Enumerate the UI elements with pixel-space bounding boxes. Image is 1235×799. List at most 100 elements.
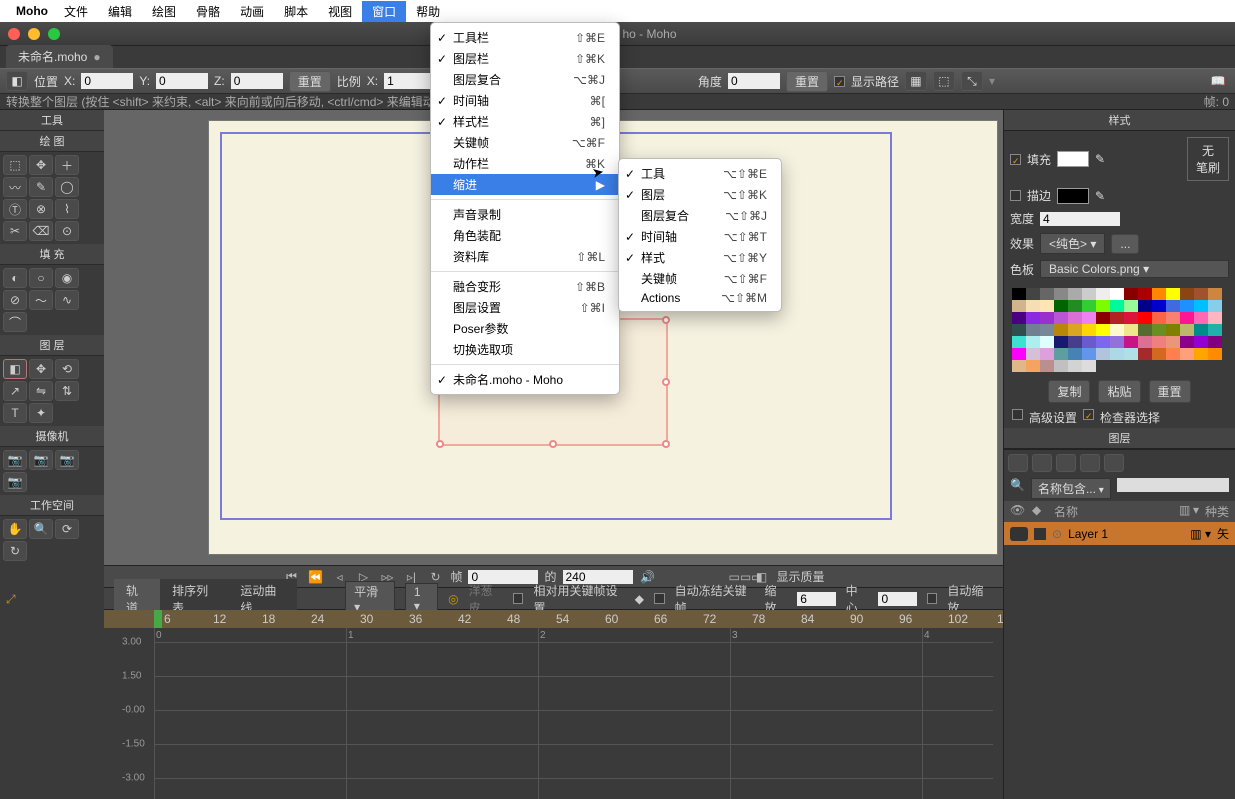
eraser-tool[interactable]: ⌫ bbox=[29, 221, 53, 241]
palette-swatch[interactable] bbox=[1110, 288, 1124, 300]
palette-swatch[interactable] bbox=[1180, 348, 1194, 360]
palette-swatch[interactable] bbox=[1194, 300, 1208, 312]
palette-swatch[interactable] bbox=[1208, 288, 1222, 300]
palette-swatch[interactable] bbox=[1068, 324, 1082, 336]
palette-swatch[interactable] bbox=[1208, 300, 1222, 312]
palette-swatch[interactable] bbox=[1054, 288, 1068, 300]
palette-swatch[interactable] bbox=[1208, 312, 1222, 324]
palette-swatch[interactable] bbox=[1012, 312, 1026, 324]
layer-menu-button[interactable] bbox=[1104, 454, 1124, 472]
book-icon[interactable]: 📖 bbox=[1207, 71, 1229, 91]
menu-item[interactable]: ✓时间轴⌘[ bbox=[431, 90, 619, 111]
palette-swatch[interactable] bbox=[1138, 336, 1152, 348]
palette-swatch[interactable] bbox=[1040, 348, 1054, 360]
palette-swatch[interactable] bbox=[1040, 288, 1054, 300]
palette-swatch[interactable] bbox=[1054, 312, 1068, 324]
opt-icon-1[interactable]: ▦ bbox=[905, 71, 927, 91]
pan-camera-tool[interactable]: 📷 bbox=[3, 472, 27, 492]
palette-swatch[interactable] bbox=[1110, 300, 1124, 312]
palette-swatch[interactable] bbox=[1082, 324, 1096, 336]
menu-view[interactable]: 视图 bbox=[318, 1, 362, 22]
eyedropper-icon[interactable]: ✎ bbox=[1095, 152, 1105, 166]
select-tool[interactable]: ⬚ bbox=[3, 155, 27, 175]
palette-swatch[interactable] bbox=[1152, 336, 1166, 348]
menu-item[interactable]: 切换选取项 bbox=[431, 339, 619, 360]
palette-swatch[interactable] bbox=[1054, 360, 1068, 372]
tool-icon[interactable]: ◧ bbox=[6, 71, 28, 91]
inspector-checkbox[interactable] bbox=[1083, 409, 1094, 420]
palette-swatch[interactable] bbox=[1054, 336, 1068, 348]
step-back-icon[interactable]: ⏪ bbox=[306, 570, 324, 584]
menu-item[interactable]: ✓时间轴⌥⇧⌘T bbox=[619, 226, 781, 247]
palette-swatch[interactable] bbox=[1194, 324, 1208, 336]
onion-icon[interactable]: ◎ bbox=[448, 592, 458, 606]
menu-item[interactable]: 动作栏⌘K bbox=[431, 153, 619, 174]
menu-window[interactable]: 窗口 bbox=[362, 1, 406, 22]
shape-point[interactable] bbox=[436, 440, 444, 448]
shape-point[interactable] bbox=[662, 378, 670, 386]
palette-swatch[interactable] bbox=[1082, 336, 1096, 348]
menu-item[interactable]: 关键帧⌥⌘F bbox=[431, 132, 619, 153]
x-input[interactable]: 0 bbox=[81, 73, 133, 89]
y-input[interactable]: 0 bbox=[156, 73, 208, 89]
palette-swatch[interactable] bbox=[1124, 348, 1138, 360]
palette-swatch[interactable] bbox=[1166, 336, 1180, 348]
palette-swatch[interactable] bbox=[1068, 348, 1082, 360]
palette-swatch[interactable] bbox=[1152, 288, 1166, 300]
shape-tool[interactable]: ◯ bbox=[55, 177, 79, 197]
step-fwd-icon[interactable]: ▹| bbox=[402, 570, 420, 584]
palette-swatch[interactable] bbox=[1110, 348, 1124, 360]
palette-swatch[interactable] bbox=[1054, 324, 1068, 336]
menu-item[interactable]: ✓样式⌥⇧⌘Y bbox=[619, 247, 781, 268]
timeline-graph[interactable]: 3.001.50-0.00-1.50-3.0001234 bbox=[104, 628, 1003, 799]
stroke-checkbox[interactable] bbox=[1010, 190, 1021, 201]
delete-layer-button[interactable] bbox=[1080, 454, 1100, 472]
paste-button[interactable]: 粘贴 bbox=[1098, 380, 1140, 403]
palette-swatch[interactable] bbox=[1012, 324, 1026, 336]
palette-swatch[interactable] bbox=[1068, 288, 1082, 300]
palette-swatch[interactable] bbox=[1026, 300, 1040, 312]
palette-swatch[interactable] bbox=[1096, 312, 1110, 324]
palette-swatch[interactable] bbox=[1166, 348, 1180, 360]
advanced-checkbox[interactable] bbox=[1012, 409, 1023, 420]
system-menubar[interactable]: Moho 文件 编辑 绘图 骨骼 动画 脚本 视图 窗口 帮助 bbox=[0, 0, 1235, 22]
freehand-tool[interactable]: ✎ bbox=[29, 177, 53, 197]
follow-path-tool[interactable]: ↗ bbox=[3, 381, 27, 401]
layer-color-icon[interactable] bbox=[1034, 528, 1046, 540]
palette-swatch[interactable] bbox=[1124, 300, 1138, 312]
menu-item[interactable]: Actions⌥⇧⌘M bbox=[619, 289, 781, 307]
hide-edge-tool[interactable]: ∿ bbox=[55, 290, 79, 310]
palette-swatch[interactable] bbox=[1096, 300, 1110, 312]
menu-bone[interactable]: 骨骼 bbox=[186, 1, 230, 22]
palette-swatch[interactable] bbox=[1040, 324, 1054, 336]
palette-swatch[interactable] bbox=[1012, 300, 1026, 312]
shape-point[interactable] bbox=[662, 440, 670, 448]
zoom-camera-tool[interactable]: 📷 bbox=[29, 450, 53, 470]
palette-swatch[interactable] bbox=[1194, 348, 1208, 360]
palette-swatch[interactable] bbox=[1068, 360, 1082, 372]
palette-swatch[interactable] bbox=[1138, 348, 1152, 360]
menu-item[interactable]: 声音录制 bbox=[431, 204, 619, 225]
palette-swatch[interactable] bbox=[1124, 312, 1138, 324]
palette-swatch[interactable] bbox=[1152, 312, 1166, 324]
palette-swatch[interactable] bbox=[1026, 360, 1040, 372]
palette-select[interactable]: Basic Colors.png ▾ bbox=[1040, 260, 1229, 278]
palette-swatch[interactable] bbox=[1194, 288, 1208, 300]
palette-swatch[interactable] bbox=[1082, 360, 1096, 372]
expand-timeline-icon[interactable]: ⤢ bbox=[6, 592, 16, 607]
menu-script[interactable]: 脚本 bbox=[274, 1, 318, 22]
select-shape-tool[interactable]: ◐ bbox=[3, 268, 27, 288]
reset-style-button[interactable]: 重置 bbox=[1149, 380, 1191, 403]
playhead-icon[interactable] bbox=[154, 610, 162, 628]
palette-swatch[interactable] bbox=[1208, 324, 1222, 336]
menu-item[interactable]: 关键帧⌥⇧⌘F bbox=[619, 268, 781, 289]
palette-swatch[interactable] bbox=[1040, 300, 1054, 312]
z-input[interactable]: 0 bbox=[231, 73, 283, 89]
reset-button[interactable]: 重置 bbox=[289, 71, 331, 92]
magnet-tool[interactable]: ⊙ bbox=[55, 221, 79, 241]
palette-swatch[interactable] bbox=[1138, 312, 1152, 324]
document-tab[interactable]: 未命名.moho ● bbox=[6, 45, 113, 68]
palette-swatch[interactable] bbox=[1152, 324, 1166, 336]
menu-anim[interactable]: 动画 bbox=[230, 1, 274, 22]
move-layer-tool[interactable]: ✥ bbox=[29, 359, 53, 379]
